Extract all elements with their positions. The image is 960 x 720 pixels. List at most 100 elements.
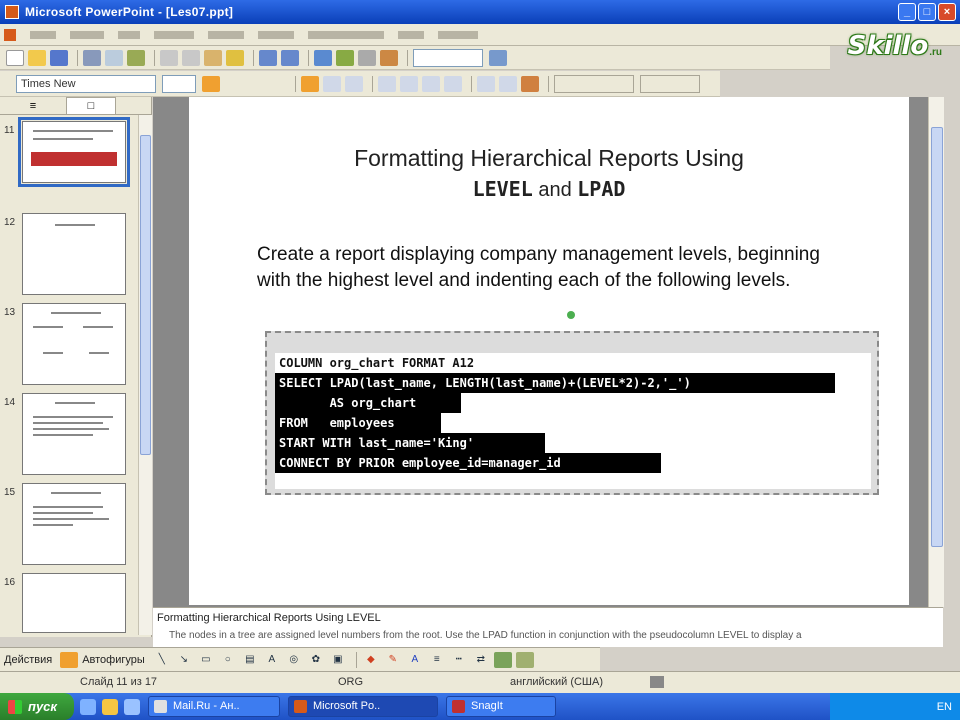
slide-thumbnail-row[interactable]: 13 (0, 303, 152, 389)
start-button[interactable]: пуск (0, 693, 74, 720)
new-icon[interactable] (6, 49, 24, 66)
insert-table-icon[interactable] (336, 49, 354, 66)
slide-thumbnail-row[interactable]: 12 (0, 213, 152, 299)
menu-format[interactable] (208, 30, 244, 39)
menu-window[interactable] (398, 30, 424, 39)
align-right-icon[interactable] (345, 75, 363, 92)
menu-slideshow[interactable] (308, 30, 384, 39)
minimize-button[interactable]: _ (898, 3, 916, 21)
textbox-icon[interactable]: ▤ (241, 652, 259, 668)
align-center-icon[interactable] (323, 75, 341, 92)
scrollbar-thumb[interactable] (140, 135, 151, 455)
slide-vertical-scrollbar[interactable] (928, 97, 944, 607)
line-icon[interactable]: ╲ (153, 652, 171, 668)
close-button[interactable]: × (938, 3, 956, 21)
bold-icon[interactable] (202, 75, 220, 92)
increase-font-icon[interactable] (422, 75, 440, 92)
format-painter-icon[interactable] (226, 49, 244, 66)
shadow-icon[interactable] (268, 76, 286, 92)
tables-borders-icon[interactable] (358, 49, 376, 66)
diagram-icon[interactable]: ◎ (285, 652, 303, 668)
slide-thumbnail[interactable] (22, 213, 126, 295)
insert-chart-icon[interactable] (314, 49, 332, 66)
slide-thumbnail[interactable] (22, 573, 126, 633)
slide-thumbnail[interactable] (22, 393, 126, 475)
line-style-icon[interactable]: ≡ (428, 652, 446, 668)
new-slide-button[interactable] (640, 74, 700, 93)
open-icon[interactable] (28, 49, 46, 66)
menu-file[interactable] (30, 30, 56, 39)
slide-thumbnail[interactable] (22, 483, 126, 565)
cut-icon[interactable] (160, 49, 178, 66)
fill-color-icon[interactable]: ◆ (362, 652, 380, 668)
document-icon[interactable] (4, 28, 16, 41)
wordart-icon[interactable]: A (263, 652, 281, 668)
taskbar-button[interactable]: SnagIt (446, 696, 556, 717)
spelling-icon[interactable] (127, 49, 145, 66)
copy-icon[interactable] (182, 49, 200, 66)
font-size-box[interactable] (162, 74, 196, 93)
zoom-box[interactable] (413, 48, 483, 67)
underline-icon[interactable] (246, 76, 264, 92)
clipart-icon[interactable]: ✿ (307, 652, 325, 668)
undo-icon[interactable] (259, 49, 277, 66)
print-icon[interactable] (83, 49, 101, 66)
font-color-icon[interactable] (521, 75, 539, 92)
preview-icon[interactable] (105, 49, 123, 66)
insert-picture-icon[interactable] (380, 49, 398, 66)
slide-thumbnail[interactable] (22, 303, 126, 385)
slide-body-text[interactable]: Create a report displaying company manag… (257, 242, 857, 294)
bullets-icon[interactable] (400, 75, 418, 92)
draw-menu[interactable]: Действия (4, 654, 52, 666)
save-icon[interactable] (50, 49, 68, 66)
scrollbar-thumb[interactable] (931, 127, 943, 547)
rectangle-icon[interactable]: ▭ (197, 652, 215, 668)
language-indicator[interactable]: EN (937, 701, 952, 713)
taskbar-button-active[interactable]: Microsoft Po.. (288, 696, 438, 717)
quicklaunch-desktop-icon[interactable] (124, 698, 140, 715)
menu-tools[interactable] (258, 30, 294, 39)
rotate-handle[interactable] (567, 311, 575, 319)
font-color-icon[interactable]: A (406, 652, 424, 668)
decrease-indent-icon[interactable] (477, 75, 495, 92)
slide-canvas[interactable]: Formatting Hierarchical Reports Using LE… (189, 97, 909, 605)
menu-insert[interactable] (154, 30, 194, 39)
slide-thumbnail-row[interactable]: 15 (0, 483, 152, 569)
dash-style-icon[interactable]: ┅ (450, 652, 468, 668)
slide-title[interactable]: Formatting Hierarchical Reports Using (189, 145, 909, 172)
oval-icon[interactable]: ○ (219, 652, 237, 668)
tab-outline[interactable]: ≡ (8, 97, 58, 114)
select-objects-icon[interactable] (60, 651, 79, 668)
3d-style-icon[interactable] (515, 651, 534, 668)
slide-title-line2[interactable]: LEVEL and LPAD (189, 177, 909, 202)
quicklaunch-ie-icon[interactable] (80, 698, 96, 715)
shadow-style-icon[interactable] (493, 651, 512, 668)
numbering-icon[interactable] (378, 75, 396, 92)
menu-help[interactable] (438, 30, 478, 39)
increase-indent-icon[interactable] (499, 75, 517, 92)
design-button[interactable] (554, 74, 634, 93)
font-name-box[interactable]: Times New (16, 74, 156, 93)
slide-thumbnail-row[interactable]: 11 (0, 117, 152, 207)
redo-icon[interactable] (281, 49, 299, 66)
notes-pane[interactable]: Formatting Hierarchical Reports Using LE… (153, 607, 943, 647)
paste-icon[interactable] (204, 49, 222, 66)
arrow-style-icon[interactable]: ⇄ (472, 652, 490, 668)
menu-view[interactable] (118, 30, 140, 39)
decrease-font-icon[interactable] (444, 75, 462, 92)
autoshapes-menu[interactable]: Автофигуры (82, 654, 145, 666)
taskbar-button[interactable]: Mail.Ru - Ан.. (148, 696, 280, 717)
code-box[interactable]: COLUMN org_chart FORMAT A12 SELECT LPAD(… (265, 331, 879, 495)
slide-thumbnail[interactable] (18, 117, 130, 187)
align-left-icon[interactable] (301, 75, 319, 92)
slide-thumbnail-row[interactable]: 14 (0, 393, 152, 479)
maximize-button[interactable]: □ (918, 3, 936, 21)
italic-icon[interactable] (224, 76, 242, 92)
quicklaunch-folder-icon[interactable] (102, 698, 118, 715)
slides-pane-scrollbar[interactable] (138, 115, 152, 635)
help-icon[interactable] (489, 49, 507, 66)
tab-slides[interactable]: □ (66, 97, 116, 114)
arrow-icon[interactable]: ↘ (175, 652, 193, 668)
line-color-icon[interactable]: ✎ (384, 652, 402, 668)
menu-edit[interactable] (70, 30, 104, 39)
